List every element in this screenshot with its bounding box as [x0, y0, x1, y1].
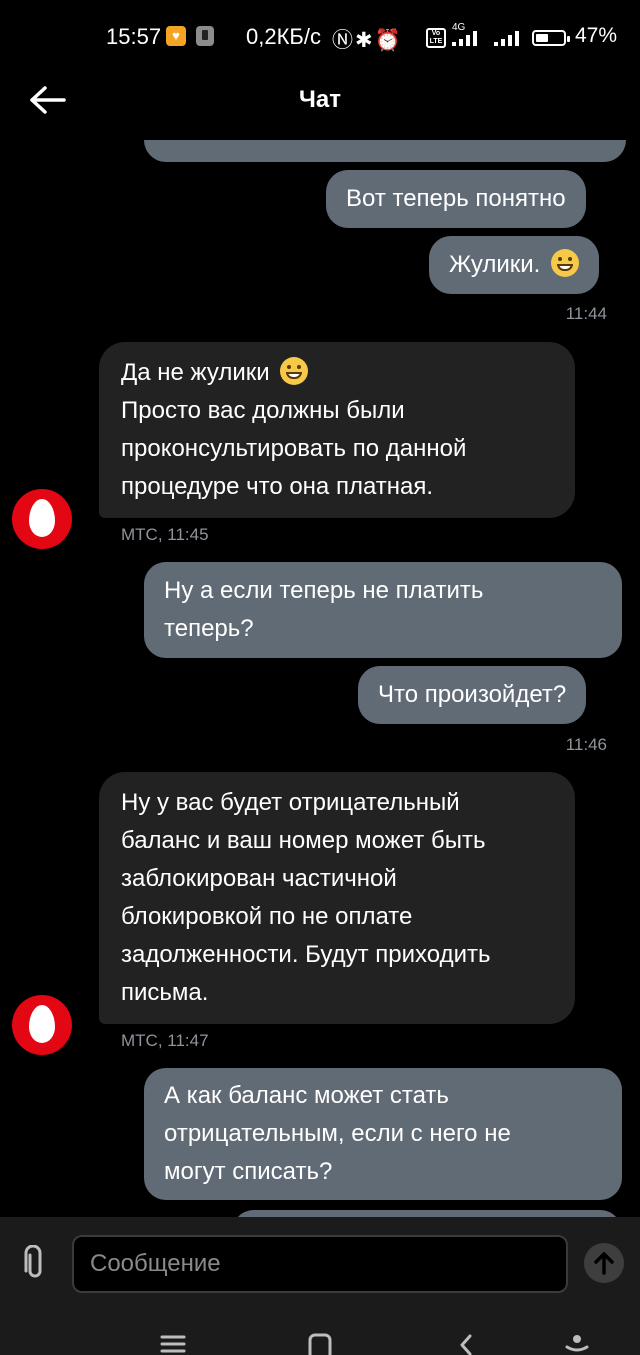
message-line: проконсультировать по данной — [121, 435, 467, 462]
signal-icon — [450, 30, 484, 46]
message-line: А как баланс может стать — [164, 1082, 449, 1109]
message-outgoing: Ну а если теперь не платить теперь? — [144, 562, 622, 658]
back-nav-button[interactable] — [456, 1333, 476, 1355]
send-button[interactable] — [584, 1243, 624, 1283]
message-meta: МТС, 11:47 — [121, 1031, 209, 1050]
message-line: могут списать? — [164, 1158, 333, 1185]
message-line: Да не жулики — [121, 354, 553, 392]
signal-icon — [492, 30, 526, 46]
message-time: 11:44 — [565, 304, 607, 323]
nfc-icon: Ⓝ — [332, 29, 355, 52]
message-line: процедуре что она платная. — [121, 473, 434, 500]
status-bar: 15:57 ♥ 0,2КБ/с Ⓝ✱⏰ Vo LTE 4G 47% — [0, 0, 640, 72]
net-speed: 0,2КБ/с — [246, 24, 321, 49]
paperclip-icon[interactable] — [20, 1245, 50, 1281]
message-line: письма. — [121, 979, 209, 1006]
mts-avatar — [12, 995, 72, 1055]
message-input[interactable] — [72, 1235, 568, 1293]
message-line: Ну у вас будет отрицательный — [121, 789, 460, 816]
message-outgoing: Что произойдет? — [358, 666, 587, 724]
message-time: 11:46 — [565, 735, 607, 754]
grinning-emoji-icon — [551, 249, 580, 277]
status-time: 15:57 — [106, 24, 162, 49]
assistant-nav-button[interactable] — [564, 1333, 590, 1355]
volte-icon: Vo LTE — [426, 28, 446, 48]
message-line: отрицательным, если с него не — [164, 1120, 511, 1147]
mts-avatar — [12, 489, 72, 549]
message-text: Что произойдет? — [378, 681, 567, 708]
system-nav-bar — [0, 1305, 640, 1355]
bluetooth-icon: ✱ — [355, 29, 375, 52]
battery-icon — [532, 30, 570, 46]
page-title: Чат — [299, 86, 341, 113]
message-outgoing — [232, 1210, 622, 1217]
message-outgoing — [144, 140, 626, 162]
chat-header: Чат — [0, 72, 640, 128]
message-line: блокировкой по не оплате — [121, 903, 413, 930]
message-outgoing: Жулики. — [429, 236, 600, 294]
message-line: задолженности. Будут приходить — [121, 941, 491, 968]
status-icons: Ⓝ✱⏰ — [332, 24, 403, 54]
alarm-icon: ⏰ — [374, 29, 403, 52]
message-list[interactable]: Вот теперь понятно Жулики. 11:44 Да не ж… — [0, 140, 640, 1217]
message-incoming: Да не жулики Просто вас должны были прок… — [99, 342, 575, 518]
message-text: Жулики. — [449, 251, 541, 278]
message-line: теперь? — [164, 615, 254, 642]
message-outgoing: А как баланс может стать отрицательным, … — [144, 1068, 622, 1200]
message-line: баланс и ваш номер может быть — [121, 827, 486, 854]
message-text: Вот теперь понятно — [346, 185, 566, 212]
home-nav-button[interactable] — [308, 1333, 332, 1355]
app-notification-icon: ♥ — [166, 26, 186, 46]
message-line: Ну а если теперь не платить — [164, 577, 484, 604]
app-notification-icon — [196, 26, 214, 46]
grimacing-emoji-icon — [280, 357, 309, 385]
message-line: Просто вас должны были — [121, 397, 405, 424]
message-meta: МТС, 11:45 — [121, 525, 209, 544]
message-composer — [0, 1217, 640, 1305]
menu-nav-button[interactable] — [160, 1333, 186, 1355]
battery-percent: 47% — [575, 24, 618, 47]
message-line: заблокирован частичной — [121, 865, 397, 892]
message-outgoing: Вот теперь понятно — [326, 170, 586, 228]
message-incoming: Ну у вас будет отрицательный баланс и ва… — [99, 772, 575, 1024]
